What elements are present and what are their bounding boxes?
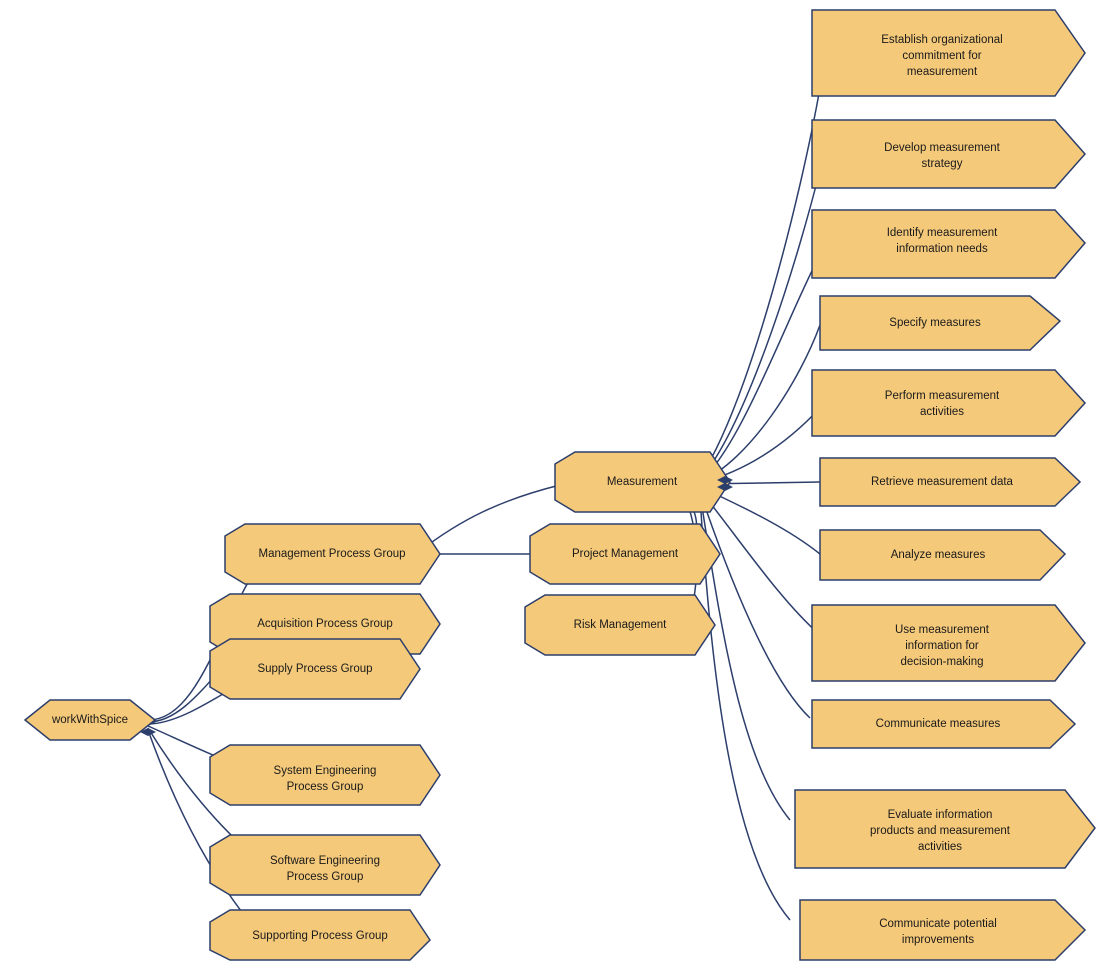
diagram: workWithSpice Management Process Group A… — [0, 0, 1102, 977]
label-softeng2: Process Group — [287, 871, 364, 883]
label-establish1: Establish organizational — [881, 34, 1002, 46]
node-communicatePotential: Communicate potential improvements — [800, 900, 1085, 960]
label-use3: decision-making — [900, 656, 983, 668]
label-syseng: System Engineering — [274, 765, 377, 777]
label-use1: Use measurement — [895, 624, 990, 636]
label-comm-meas: Communicate measures — [876, 718, 1001, 730]
node-developStrategy: Develop measurement strategy — [812, 120, 1085, 188]
label-measurement: Measurement — [607, 476, 678, 488]
label-syseng2: Process Group — [287, 781, 364, 793]
node-workWithSpice: workWithSpice — [25, 700, 155, 740]
node-communicateMeasures: Communicate measures — [812, 700, 1075, 748]
label-identify2: information needs — [896, 243, 988, 255]
label-comm-pot1: Communicate potential — [879, 918, 997, 930]
label-acq: Acquisition Process Group — [257, 618, 393, 630]
node-supportingProcessGroup: Supporting Process Group — [210, 910, 430, 960]
node-managementProcessGroup: Management Process Group — [225, 524, 440, 584]
label-mgmt: Management Process Group — [258, 548, 405, 560]
node-evaluateInfo: Evaluate information products and measur… — [795, 790, 1095, 868]
label-pm: Project Management — [572, 548, 679, 560]
label-identify1: Identify measurement — [887, 227, 998, 239]
label-analyze: Analyze measures — [891, 549, 986, 561]
label-eval3: activities — [918, 841, 962, 853]
label-perform1: Perform measurement — [885, 390, 1000, 402]
node-supplyProcessGroup: Supply Process Group — [210, 639, 420, 699]
label-retrieve: Retrieve measurement data — [871, 476, 1014, 488]
label-eval2: products and measurement — [870, 825, 1011, 837]
node-useMeasurementInfo: Use measurement information for decision… — [812, 605, 1085, 681]
node-analyzeMeasures: Analyze measures — [820, 530, 1065, 580]
node-specifyMeasures: Specify measures — [820, 296, 1060, 350]
node-retrieveData: Retrieve measurement data — [820, 458, 1080, 506]
node-riskManagement: Risk Management — [525, 595, 715, 655]
label-supporting: Supporting Process Group — [252, 930, 388, 942]
label-supply: Supply Process Group — [257, 663, 372, 675]
label-workWithSpice: workWithSpice — [51, 714, 128, 726]
node-establishCommitment: Establish organizational commitment for … — [812, 10, 1085, 96]
label-softeng: Software Engineering — [270, 855, 380, 867]
label-perform2: activities — [920, 406, 964, 418]
label-establish3: measurement — [907, 66, 978, 78]
label-eval1: Evaluate information — [888, 809, 993, 821]
node-projectManagement: Project Management — [530, 524, 720, 584]
label-develop2: strategy — [922, 158, 963, 170]
label-use2: information for — [905, 640, 979, 652]
node-identifyNeeds: Identify measurement information needs — [812, 210, 1085, 278]
label-establish2: commitment for — [902, 50, 981, 62]
label-develop1: Develop measurement — [884, 142, 1001, 154]
node-softwareEngineeringProcessGroup: Software Engineering Process Group — [210, 835, 440, 895]
node-measurement: Measurement — [555, 452, 730, 512]
label-risk: Risk Management — [574, 619, 667, 631]
label-specify: Specify measures — [889, 317, 981, 329]
node-systemEngineeringProcessGroup: System Engineering Process Group — [210, 745, 440, 805]
node-performActivities: Perform measurement activities — [812, 370, 1085, 436]
label-comm-pot2: improvements — [902, 934, 974, 946]
